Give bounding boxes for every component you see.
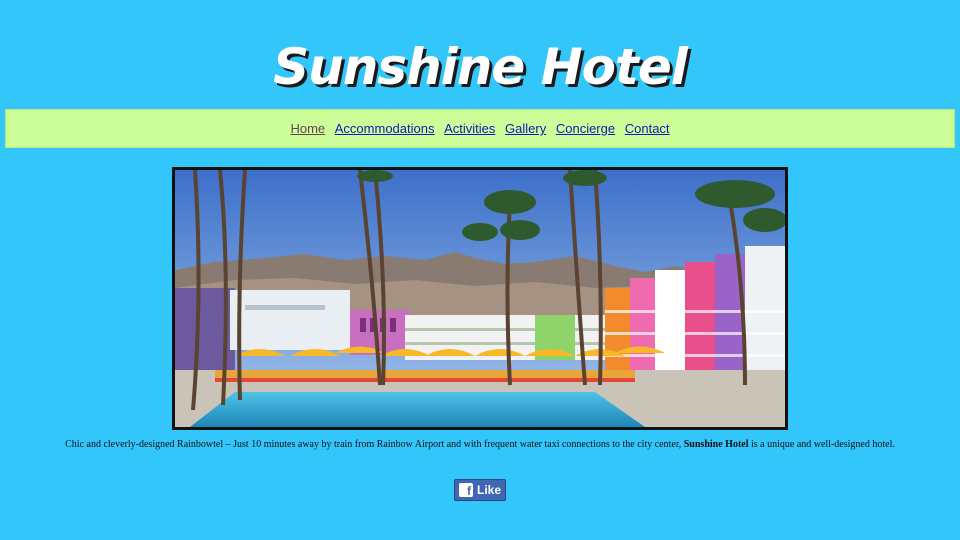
nav-link-contact[interactable]: Contact xyxy=(625,121,670,136)
hero-image xyxy=(172,167,788,430)
facebook-icon: f xyxy=(458,483,473,497)
caption-text-start: Chic and cleverly-designed Rainbowtel – … xyxy=(65,439,684,450)
facebook-like-button[interactable]: f Like xyxy=(454,479,506,501)
nav-link-concierge[interactable]: Concierge xyxy=(556,121,615,136)
hotel-description: Chic and cleverly-designed Rainbowtel – … xyxy=(0,439,960,450)
hotel-photo xyxy=(175,170,785,427)
nav-link-home[interactable]: Home xyxy=(290,121,325,136)
nav-link-accommodations[interactable]: Accommodations xyxy=(335,121,435,136)
like-label: Like xyxy=(476,483,501,497)
caption-text-end: is a unique and well-designed hotel. xyxy=(748,439,895,450)
nav-link-activities[interactable]: Activities xyxy=(444,121,495,136)
main-nav: Home Accommodations Activities Gallery C… xyxy=(5,109,955,148)
nav-link-gallery[interactable]: Gallery xyxy=(505,121,546,136)
site-title: Sunshine Hotel xyxy=(273,38,688,96)
caption-hotel-name: Sunshine Hotel xyxy=(683,439,749,450)
